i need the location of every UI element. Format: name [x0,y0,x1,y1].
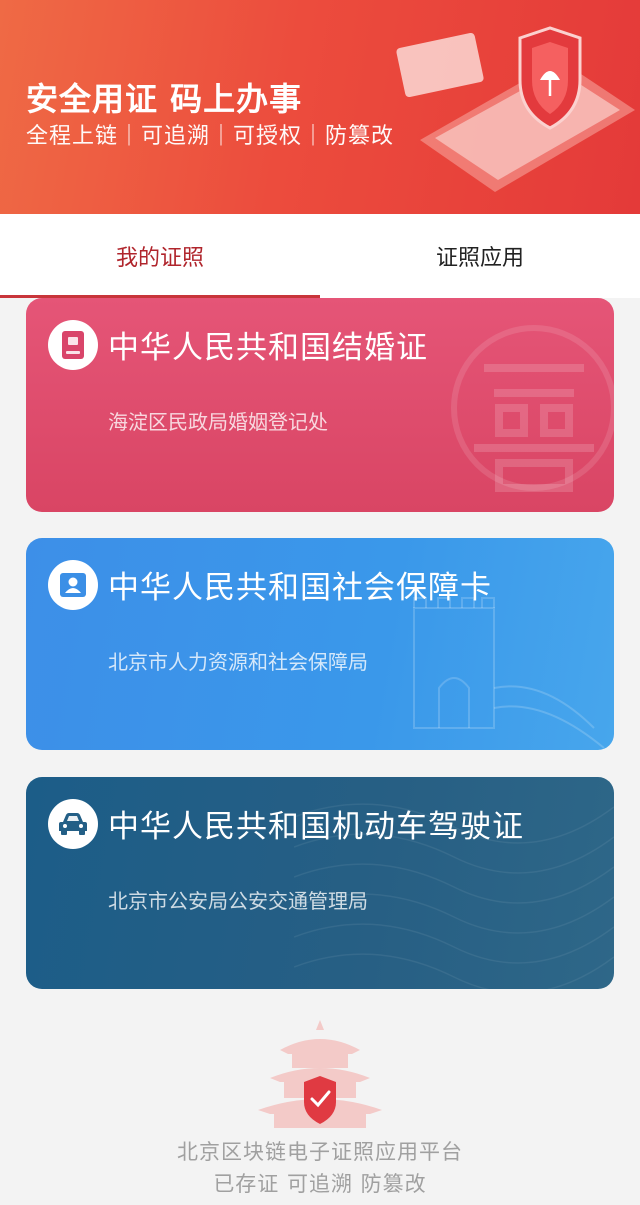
marriage-certificate-card[interactable]: 中华人民共和国结婚证 海淀区民政局婚姻登记处 [26,298,614,512]
card-title: 中华人民共和国结婚证 [108,330,428,366]
tab-label: 证照应用 [435,246,524,271]
id-card-icon [48,560,98,610]
tab-label: 我的证照 [115,246,204,271]
card-issuer: 北京市人力资源和社会保障局 [108,650,368,674]
passport-icon [48,320,98,370]
platform-logo [258,1020,382,1128]
platform-name: 北京区块链电子证照应用平台 [177,1140,463,1164]
social-security-card[interactable]: 中华人民共和国社会保障卡 北京市人力资源和社会保障局 [26,538,614,750]
card-issuer: 北京市公安局公安交通管理局 [108,889,368,913]
card-title: 中华人民共和国机动车驾驶证 [108,809,524,845]
car-icon [48,799,98,849]
card-title: 中华人民共和国社会保障卡 [108,570,492,606]
tab-my-certificates[interactable]: 我的证照 [0,214,320,298]
card-issuer: 海淀区民政局婚姻登记处 [108,410,328,434]
double-happiness-watermark [451,325,614,492]
tab-certificate-applications[interactable]: 证照应用 [320,214,640,298]
platform-slogan: 已存证 可追溯 防篡改 [213,1172,427,1196]
banner-subtitle: 全程上链｜可追溯｜可授权｜防篡改 [26,124,395,149]
banner-title: 安全用证 码上办事 [26,80,303,118]
tab-bar: 我的证照 证照应用 [0,214,640,298]
header-banner: 安全用证 码上办事 全程上链｜可追溯｜可授权｜防篡改 [0,0,640,214]
driver-license-card[interactable]: 中华人民共和国机动车驾驶证 北京市公安局公安交通管理局 [26,777,614,989]
banner-illustration [396,26,635,192]
